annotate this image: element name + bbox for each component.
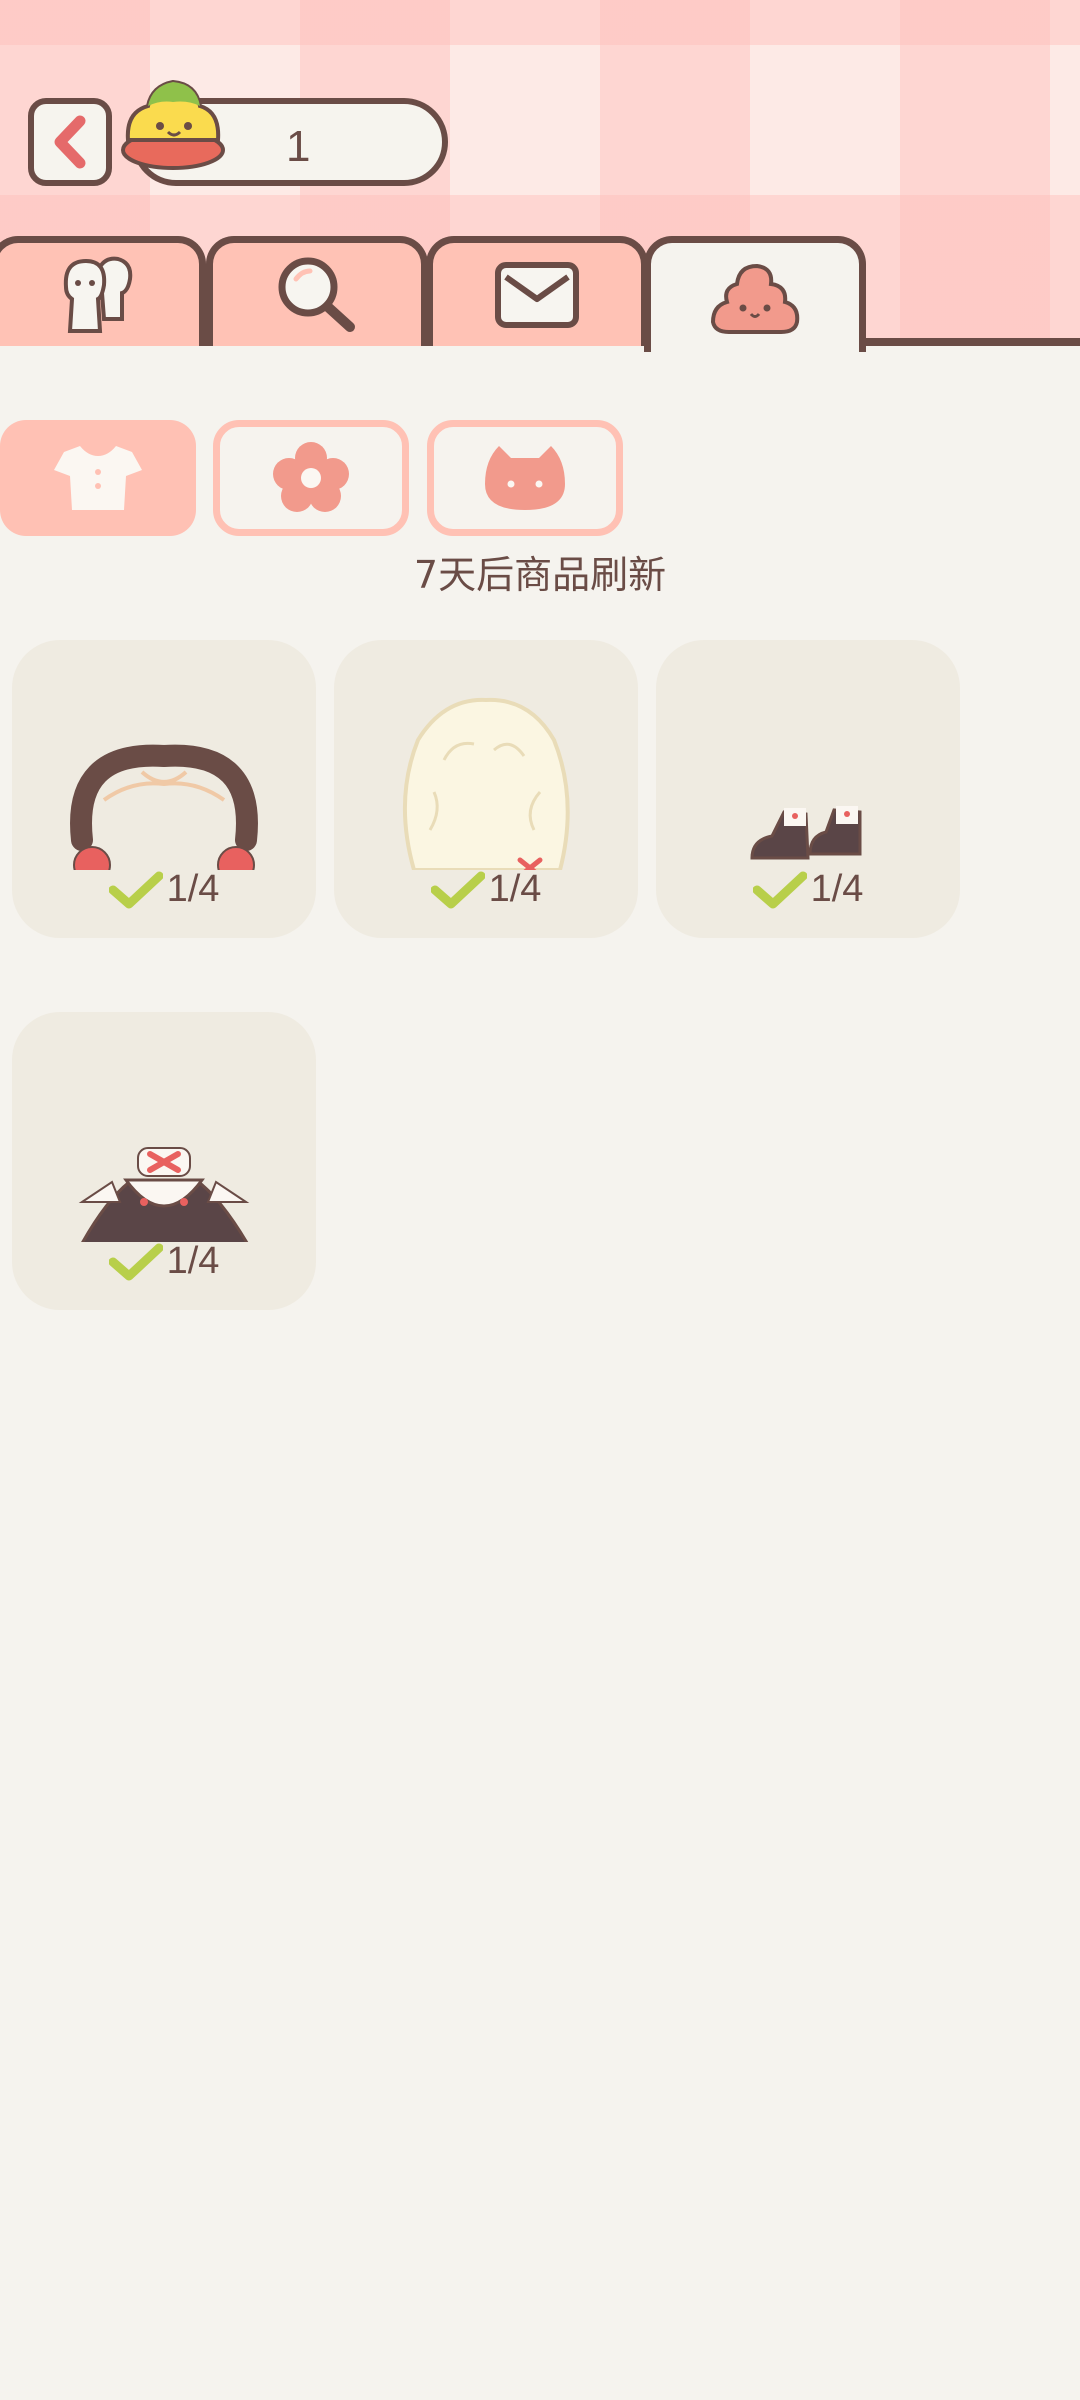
shop-item-card[interactable]: 1/4 [656,640,960,938]
back-button[interactable] [28,98,112,186]
item-count: 1/4 [488,868,542,910]
shoes-icon [750,806,862,860]
flower-icon [273,442,349,512]
category-clothing-button[interactable] [0,420,196,536]
check-icon [108,871,163,908]
blob-icon [710,263,800,334]
item-count: 1/4 [166,868,220,910]
refresh-notice: 7天后商品刷新 [413,553,667,597]
check-icon [430,871,485,908]
shop-item-card[interactable]: 1/4 [12,1012,316,1310]
tab-shop[interactable] [644,236,866,352]
check-icon [752,871,807,908]
tab-friends[interactable] [0,236,206,346]
dress-icon [78,1147,250,1242]
chevron-left-icon [54,115,86,169]
envelope-icon [495,261,579,328]
shop-item-card[interactable]: 1/4 [12,640,316,938]
headdress-icon [70,744,258,870]
tab-search[interactable] [206,236,428,346]
currency-blob-icon [121,79,225,170]
item-count: 1/4 [166,1240,220,1282]
category-cat-button[interactable] [427,420,623,536]
check-icon [108,1243,163,1280]
magnifier-icon [278,257,355,332]
item-count: 1/4 [810,868,864,910]
shirt-icon [54,446,142,510]
tab-mail[interactable] [426,236,648,346]
shop-item-card[interactable]: 1/4 [334,640,638,938]
cat-icon [485,446,565,510]
currency-count: 1 [286,122,311,171]
category-flower-button[interactable] [213,420,409,536]
friends-icon [63,256,133,333]
wig-icon [402,697,570,870]
